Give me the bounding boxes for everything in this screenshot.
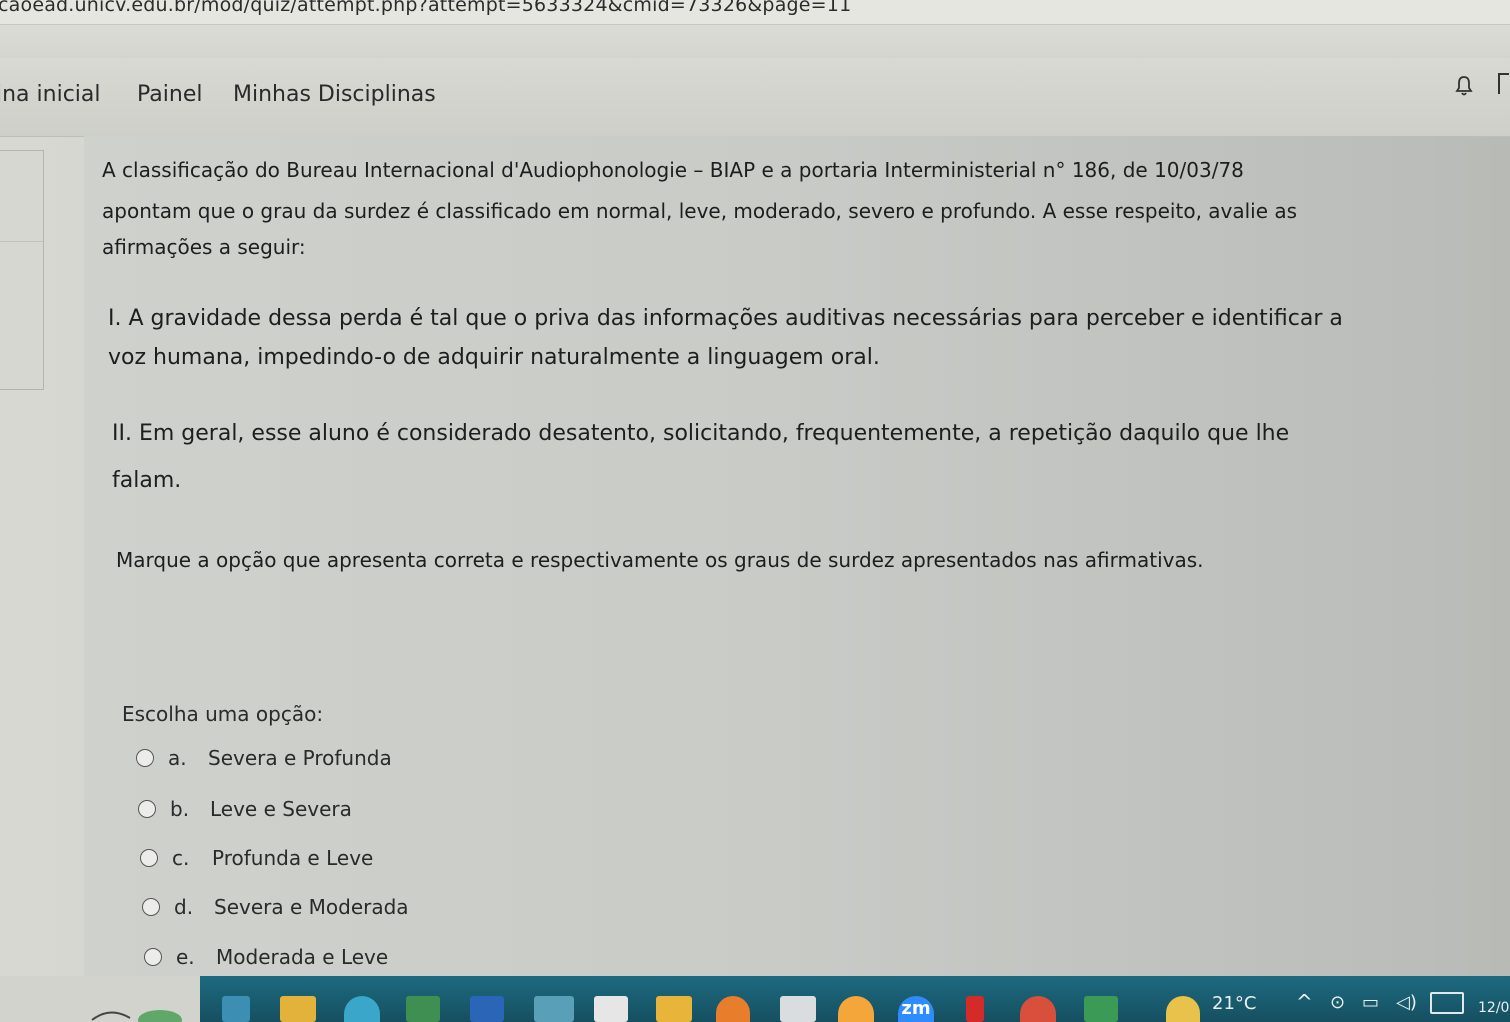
radio-button[interactable] — [142, 898, 160, 916]
word-icon[interactable] — [470, 996, 504, 1022]
firefox-icon[interactable] — [716, 996, 750, 1022]
bell-icon[interactable] — [1452, 74, 1476, 98]
weather-temperature: 21°C — [1212, 993, 1257, 1014]
browser-gap — [0, 25, 1510, 58]
statement-1-line-1: I. A gravidade dessa perda é tal que o p… — [108, 306, 1343, 331]
statement-2-line-1: II. Em geral, esse aluno é considerado d… — [112, 421, 1290, 446]
zoom-label: zm — [901, 998, 931, 1019]
screen: caoead.unicv.edu.br/mod/quiz/attempt.php… — [0, 0, 1510, 1022]
url-text[interactable]: caoead.unicv.edu.br/mod/quiz/attempt.php… — [0, 0, 851, 16]
nav-disciplinas-link[interactable]: Minhas Disciplinas — [233, 82, 436, 107]
option-text: Leve e Severa — [210, 797, 352, 821]
paint-icon[interactable] — [780, 996, 816, 1022]
chevron-up-icon[interactable]: ^ — [1296, 990, 1313, 1014]
question-intro-line-2: apontam que o grau da surdez é classific… — [102, 199, 1298, 223]
battery-icon: ▭ — [1362, 992, 1380, 1013]
option-c[interactable]: c. Profunda e Leve — [140, 846, 373, 870]
zoom-icon[interactable]: zm — [898, 996, 934, 1022]
question-intro-line-3: afirmações a seguir: — [102, 235, 306, 259]
question-intro-line-1: A classificação do Bureau Internacional … — [102, 158, 1244, 182]
weather-icon — [1166, 996, 1200, 1022]
site-navbar: ina inicial Painel Minhas Disciplinas — [0, 58, 1510, 137]
option-letter: e. — [176, 945, 195, 969]
photos-icon[interactable] — [1084, 996, 1118, 1022]
volume-icon[interactable]: ◁) — [1396, 992, 1417, 1013]
option-text: Moderada e Leve — [216, 945, 389, 969]
chat-icon[interactable] — [1495, 72, 1510, 98]
option-e[interactable]: e. Moderada e Leve — [144, 945, 388, 969]
meet-now-icon[interactable]: ⊙ — [1330, 992, 1345, 1013]
question-prompt: Marque a opção que apresenta correta e r… — [116, 548, 1204, 572]
address-bar[interactable]: caoead.unicv.edu.br/mod/quiz/attempt.php… — [0, 0, 1510, 25]
radio-button[interactable] — [138, 800, 156, 818]
radio-button[interactable] — [144, 948, 162, 966]
taskbar-clock[interactable]: 12/0 — [1478, 1000, 1509, 1016]
panel-divider — [0, 241, 43, 242]
option-a[interactable]: a. Severa e Profunda — [136, 746, 392, 770]
option-letter: a. — [168, 746, 187, 770]
cortana-icon[interactable] — [90, 1004, 190, 1022]
file-explorer-icon[interactable] — [280, 996, 316, 1022]
radio-button[interactable] — [140, 849, 158, 867]
folder-icon[interactable] — [656, 996, 692, 1022]
option-text: Severa e Profunda — [208, 746, 392, 770]
edge-icon[interactable] — [222, 996, 250, 1022]
nav-home-link[interactable]: ina inicial — [0, 82, 101, 107]
option-text: Severa e Moderada — [214, 895, 409, 919]
radio-button[interactable] — [136, 749, 154, 767]
mail-icon[interactable] — [534, 996, 574, 1022]
option-letter: d. — [174, 895, 194, 919]
keyboard-icon[interactable] — [1430, 992, 1464, 1014]
statement-2-line-2: falam. — [112, 468, 182, 493]
option-text: Profunda e Leve — [212, 846, 374, 870]
option-d[interactable]: d. Severa e Moderada — [142, 895, 409, 919]
excel-icon[interactable] — [406, 996, 440, 1022]
option-b[interactable]: b. Leve e Severa — [138, 797, 352, 821]
option-letter: b. — [170, 797, 190, 821]
quiz-navigation-panel — [0, 150, 44, 390]
nav-painel-link[interactable]: Painel — [137, 82, 202, 107]
netflix-icon[interactable] — [966, 996, 984, 1022]
calendar-icon[interactable] — [594, 996, 628, 1022]
option-letter: c. — [172, 846, 190, 870]
choose-option-label: Escolha uma opção: — [122, 702, 324, 726]
statement-1-line-2: voz humana, impedindo-o de adquirir natu… — [108, 345, 880, 370]
